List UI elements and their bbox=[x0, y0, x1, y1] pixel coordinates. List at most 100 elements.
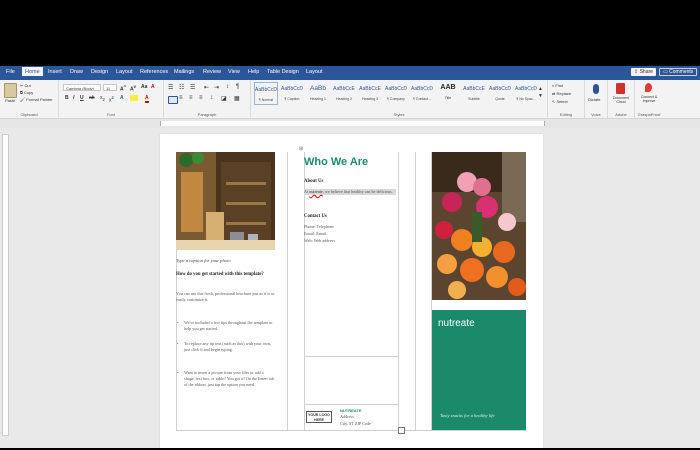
style-gallery-item[interactable]: AaBbCcD ¶ Caption bbox=[280, 82, 304, 105]
paste-label[interactable]: Paste bbox=[5, 98, 15, 103]
style-gallery-item[interactable]: AaBbCcD ¶ Company bbox=[384, 82, 408, 105]
bullets-icon[interactable]: ☰ bbox=[168, 84, 173, 91]
style-gallery-item[interactable]: AaBbCcD Quote bbox=[488, 82, 512, 105]
vertical-ruler[interactable] bbox=[2, 134, 9, 436]
shading-icon[interactable]: ◪ bbox=[221, 95, 227, 102]
multilevel-list-icon[interactable]: ☰ bbox=[190, 84, 195, 91]
clear-formatting-icon[interactable]: A bbox=[151, 84, 155, 90]
microphone-icon[interactable] bbox=[593, 84, 599, 94]
bold-button[interactable]: B bbox=[65, 95, 69, 101]
style-gallery-item[interactable]: AaBbCcE Heading 3 bbox=[358, 82, 382, 105]
about-us-paragraph[interactable]: At nutreate, we believe that healthy can… bbox=[304, 189, 396, 195]
pilcrow-icon[interactable]: ¶ bbox=[236, 84, 239, 90]
paste-icon[interactable] bbox=[4, 83, 17, 98]
style-gallery-item[interactable]: AaBbCcE Subtitle bbox=[462, 82, 486, 105]
style-gallery-item[interactable]: AaBbCcD ¶ No Spac... bbox=[514, 82, 538, 105]
justify-icon[interactable]: ≡ bbox=[199, 95, 203, 101]
address-line[interactable]: Address bbox=[340, 414, 354, 420]
style-gallery-item[interactable]: AaBbCcD ¶ Contact... bbox=[410, 82, 434, 105]
flowers-photo[interactable] bbox=[432, 152, 526, 300]
table-row-divider bbox=[304, 356, 398, 357]
location-pin-icon[interactable] bbox=[645, 83, 652, 92]
copy-button[interactable]: ⧉ Copy bbox=[20, 90, 33, 95]
table-resize-handle[interactable] bbox=[398, 427, 405, 434]
style-gallery-item[interactable]: AaBb Heading 1 bbox=[306, 82, 330, 105]
increase-indent-icon[interactable]: ⇥ bbox=[214, 84, 219, 91]
connect-improve-label[interactable]: Connect & Improve bbox=[636, 95, 662, 103]
underline-button[interactable]: U bbox=[80, 95, 84, 101]
who-we-are-heading[interactable]: Who We Are bbox=[304, 156, 368, 168]
replace-button[interactable]: ⇄ Replace bbox=[552, 91, 571, 96]
align-center-icon[interactable]: ≡ bbox=[179, 95, 183, 101]
font-color-button[interactable]: A bbox=[145, 95, 149, 103]
intro-paragraph[interactable]: You can use this fresh, professional bro… bbox=[176, 291, 276, 303]
contact-us-heading[interactable]: Contact Us bbox=[304, 214, 327, 220]
styles-scroll-up-icon[interactable]: ▲ bbox=[538, 86, 543, 92]
tab-layout[interactable]: Layout bbox=[116, 69, 133, 75]
tab-table-layout[interactable]: Layout bbox=[306, 69, 323, 75]
tip-bullet[interactable]: To replace any tip text (such as this) w… bbox=[177, 341, 274, 353]
font-name-select[interactable]: Cambria (Body) bbox=[63, 84, 101, 91]
decrease-indent-icon[interactable]: ⇤ bbox=[204, 84, 209, 91]
style-gallery-item[interactable]: AaBbCcD ¶ Normal bbox=[254, 82, 278, 105]
tab-design[interactable]: Design bbox=[91, 69, 108, 75]
style-gallery-item[interactable]: AaBbCcE Heading 2 bbox=[332, 82, 356, 105]
sort-icon[interactable]: ↕ bbox=[226, 84, 229, 90]
tab-table-design[interactable]: Table Design bbox=[267, 69, 299, 75]
tip-bullet[interactable]: We've included a few tips throughout the… bbox=[177, 320, 274, 332]
brand-tagline[interactable]: Tasty snacks for a healthy life bbox=[440, 413, 495, 418]
table-move-handle-icon[interactable]: ⊞ bbox=[299, 146, 303, 152]
cut-button[interactable]: ✂ Cut bbox=[20, 83, 31, 88]
numbering-icon[interactable]: ☷ bbox=[179, 84, 184, 91]
tab-review[interactable]: Review bbox=[203, 69, 221, 75]
tip-bullet[interactable]: Want to insert a picture from your files… bbox=[177, 370, 274, 388]
logo-placeholder[interactable]: YOUR LOGO HERE bbox=[306, 411, 332, 423]
select-button[interactable]: ↖ Select bbox=[552, 99, 568, 104]
change-case-button[interactable]: Aa bbox=[141, 84, 147, 90]
document-cloud-label[interactable]: Document Cloud bbox=[609, 96, 633, 104]
find-button[interactable]: ⌕ Find bbox=[552, 83, 563, 88]
tab-draw[interactable]: Draw bbox=[70, 69, 83, 75]
contact-email[interactable]: Email: Email bbox=[304, 231, 326, 237]
tab-help[interactable]: Help bbox=[248, 69, 259, 75]
line-spacing-icon[interactable]: ↕ bbox=[210, 95, 213, 101]
document-page[interactable]: ⊞ Type a caption for your photo How do y… bbox=[160, 134, 543, 448]
font-size-select[interactable]: 11 bbox=[103, 84, 117, 91]
pdf-icon[interactable] bbox=[616, 83, 625, 94]
tab-file[interactable]: File bbox=[6, 69, 15, 75]
tab-mailings[interactable]: Mailings bbox=[174, 69, 194, 75]
about-us-heading[interactable]: About Us bbox=[304, 179, 323, 185]
shrink-font-button[interactable]: Av bbox=[130, 84, 136, 93]
comments-button[interactable]: ▭ Comments bbox=[659, 68, 698, 76]
format-painter-button[interactable]: 🖌 Format Painter bbox=[20, 97, 53, 102]
style-sample: AaBbCcD bbox=[515, 86, 537, 92]
tab-insert[interactable]: Insert bbox=[48, 69, 62, 75]
styles-scroll-down-icon[interactable]: ▼ bbox=[538, 93, 543, 99]
section-heading[interactable]: How do you get started with this templat… bbox=[176, 272, 272, 278]
align-left-icon[interactable] bbox=[168, 96, 178, 104]
strikethrough-button[interactable]: ab bbox=[89, 95, 95, 101]
share-button[interactable]: ⇪ Share bbox=[631, 68, 656, 76]
photo-caption[interactable]: Type a caption for your photo bbox=[176, 258, 231, 263]
editing-group-label: Editing bbox=[559, 112, 573, 117]
borders-icon[interactable]: ▦ bbox=[234, 95, 240, 102]
tab-home[interactable]: Home bbox=[22, 67, 43, 76]
tab-references[interactable]: References bbox=[140, 69, 168, 75]
contact-phone[interactable]: Phone: Telephone bbox=[304, 224, 334, 230]
ribbon: Paste ✂ Cut ⧉ Copy 🖌 Format Painter Clip… bbox=[0, 80, 700, 119]
contact-web[interactable]: Web: Web address bbox=[304, 238, 335, 244]
highlight-icon[interactable] bbox=[130, 95, 138, 101]
company-name[interactable]: NUTREATE bbox=[340, 408, 361, 413]
style-gallery-item[interactable]: AAB Title bbox=[436, 82, 460, 105]
dictate-label[interactable]: Dictate bbox=[588, 97, 600, 102]
brand-name[interactable]: nutreate bbox=[438, 318, 475, 329]
city-state-zip[interactable]: City, ST ZIP Code bbox=[340, 421, 371, 427]
italic-button[interactable]: I bbox=[73, 95, 74, 101]
tab-view[interactable]: View bbox=[228, 69, 240, 75]
align-right-icon[interactable]: ≡ bbox=[189, 95, 193, 101]
shop-interior-photo[interactable] bbox=[176, 152, 275, 250]
superscript-button[interactable]: x2 bbox=[109, 95, 114, 104]
text-effects-button[interactable]: A bbox=[120, 95, 124, 101]
subscript-button[interactable]: x2 bbox=[100, 95, 105, 102]
grow-font-button[interactable]: A^ bbox=[120, 84, 126, 93]
